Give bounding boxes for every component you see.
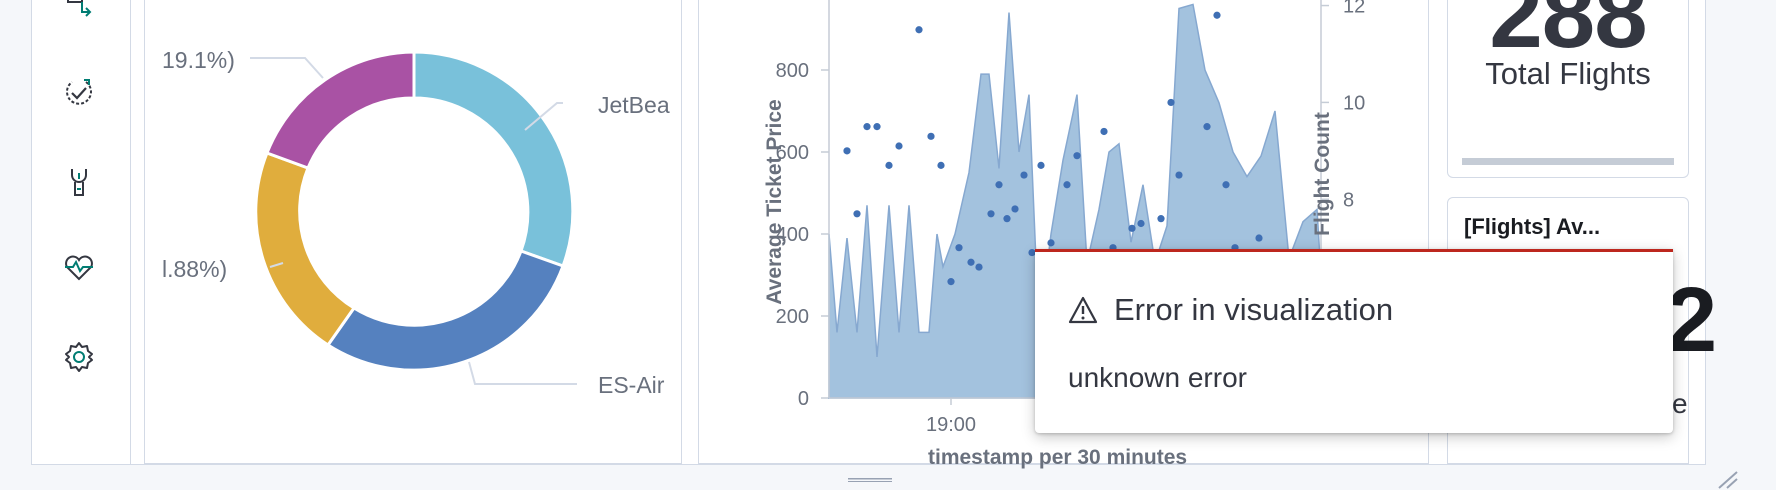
scatter-point[interactable]: [955, 244, 963, 252]
total-flights-panel: 288 Total Flights: [1447, 0, 1689, 178]
donut-slice-es-air[interactable]: [325, 249, 565, 372]
pie-panel: 19.1%) l.88%) JetBea ES-Air: [144, 0, 682, 464]
pie-label-top-left: 19.1%): [162, 47, 235, 73]
scatter-point[interactable]: [1167, 98, 1175, 107]
label-leader-top-left: [250, 57, 324, 79]
scatter-point[interactable]: [995, 181, 1003, 189]
scatter-point[interactable]: [1100, 127, 1108, 136]
gear-icon[interactable]: [62, 340, 96, 374]
scatter-point[interactable]: [1011, 205, 1019, 213]
dev-tools-icon[interactable]: [62, 0, 96, 22]
label-leader-bottom-right: [468, 361, 577, 385]
scatter-point[interactable]: [853, 210, 861, 218]
scatter-point[interactable]: [863, 123, 871, 131]
scatter-point[interactable]: [937, 161, 945, 169]
scatter-point[interactable]: [1175, 171, 1183, 179]
scatter-point[interactable]: [975, 263, 983, 271]
wrench-icon[interactable]: [62, 165, 96, 199]
scatter-point[interactable]: [873, 123, 881, 131]
scatter-point[interactable]: [1047, 239, 1055, 247]
scatter-point[interactable]: [1255, 234, 1263, 242]
scatter-point[interactable]: [1213, 11, 1221, 19]
y2-tick-label: 10: [1343, 92, 1365, 114]
y2-tick-label: 12: [1343, 0, 1365, 18]
scatter-point[interactable]: [1137, 219, 1145, 228]
scatter-point[interactable]: [1020, 171, 1028, 179]
drag-handle-icon[interactable]: [848, 478, 892, 482]
error-title: Error in visualization: [1068, 292, 1393, 328]
metric-label: e: [1672, 388, 1688, 419]
scatter-point[interactable]: [1003, 215, 1011, 223]
scatter-point[interactable]: [1128, 224, 1136, 232]
donut-slice-jetbeam[interactable]: [412, 50, 575, 268]
pie-label-bottom-left: l.88%): [162, 256, 228, 282]
uptime-icon[interactable]: [62, 76, 96, 110]
scatter-point[interactable]: [843, 147, 851, 155]
scatter-point[interactable]: [967, 258, 975, 266]
warning-icon: [1068, 296, 1098, 324]
donut-slice-yellow[interactable]: [254, 151, 357, 348]
scatter-point[interactable]: [915, 26, 923, 34]
scatter-point[interactable]: [987, 210, 995, 218]
scatter-point[interactable]: [1073, 152, 1081, 160]
scatter-point[interactable]: [895, 142, 903, 150]
scatter-point[interactable]: [1063, 181, 1071, 189]
y-tick-label: 0: [798, 388, 809, 410]
scatter-point[interactable]: [885, 161, 893, 169]
scatter-point[interactable]: [1203, 123, 1211, 131]
metric-value: 2: [1666, 269, 1718, 371]
scatter-point[interactable]: [1037, 161, 1045, 169]
resize-handle-icon[interactable]: [1715, 470, 1739, 490]
pie-label-bottom-right: ES-Air: [598, 372, 665, 398]
error-message: unknown error: [1068, 362, 1247, 393]
donut-slice-purple[interactable]: [265, 50, 416, 170]
error-popover: Error in visualization unknown error: [1035, 249, 1673, 433]
scatter-point[interactable]: [947, 278, 955, 286]
pie-label-top-right: JetBea: [598, 92, 670, 118]
metric-label: Total Flights: [1485, 56, 1651, 91]
scatter-point[interactable]: [1222, 181, 1230, 189]
x-axis-title: timestamp per 30 minutes: [928, 446, 1188, 469]
x-tick-label: 19:00: [926, 414, 976, 436]
panel-title: [Flights] Av...: [1464, 214, 1601, 239]
y2-tick-label: 8: [1343, 189, 1354, 211]
y2-axis-title: Flight Count: [1311, 112, 1334, 236]
y-axis-title: Average Ticket Price: [763, 99, 786, 305]
side-nav: [32, 0, 131, 464]
scatter-point[interactable]: [1157, 215, 1165, 223]
metric-footer-bar: [1462, 158, 1674, 165]
scatter-point[interactable]: [927, 132, 935, 140]
heartbeat-icon[interactable]: [62, 250, 96, 284]
error-title-text: Error in visualization: [1114, 292, 1394, 327]
